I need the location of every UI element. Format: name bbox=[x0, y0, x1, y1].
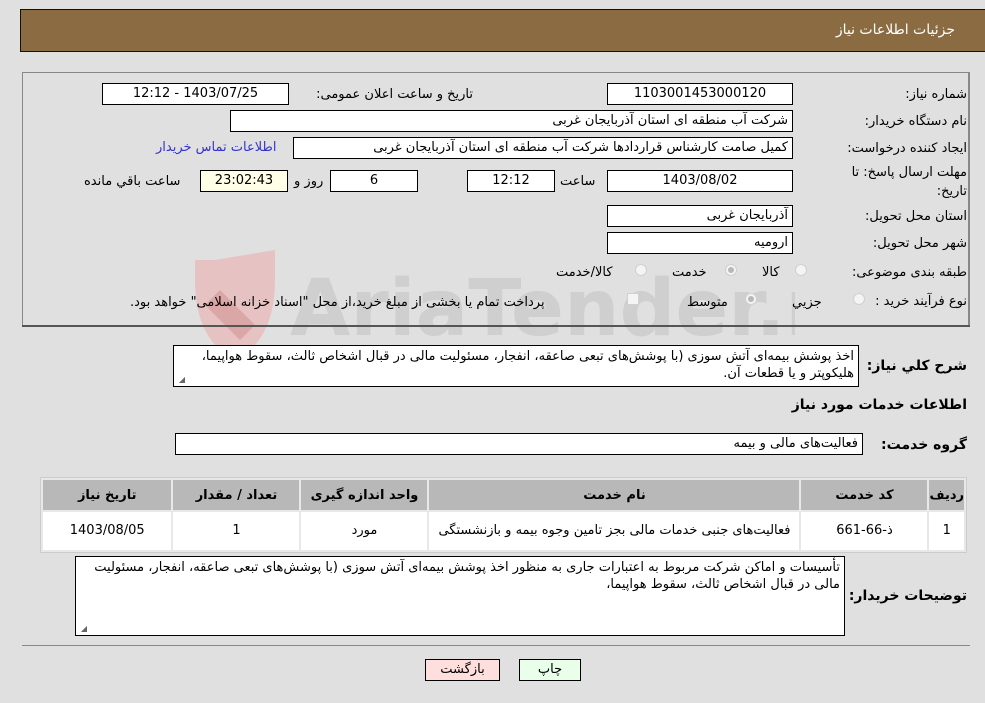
resize-handle-icon[interactable]: ◢ bbox=[177, 376, 185, 384]
services-table: ردیف کد خدمت نام خدمت واحد اندازه گیری ت… bbox=[40, 477, 967, 553]
treasury-checkbox[interactable] bbox=[627, 293, 639, 305]
city-label: شهر محل تحویل: bbox=[872, 236, 967, 251]
remaining-time-field: 23:02:43 bbox=[200, 170, 288, 192]
process-medium-radio[interactable] bbox=[745, 293, 757, 305]
deadline-date-field: 1403/08/02 bbox=[607, 170, 793, 192]
summary-text: اخذ پوشش بیمه‌ای آتش سوزی (با پوشش‌های ت… bbox=[201, 349, 854, 381]
need-number-label: شماره نیاز: bbox=[905, 87, 967, 102]
print-button[interactable]: چاپ bbox=[519, 659, 581, 681]
service-group-field: فعالیت‌های مالی و بیمه bbox=[175, 433, 863, 455]
buyer-notes-text: تأسیسات و اماکن شرکت مربوط به اعتبارات ج… bbox=[94, 560, 840, 592]
category-service-radio[interactable] bbox=[725, 264, 737, 276]
table-header-row: ردیف کد خدمت نام خدمت واحد اندازه گیری ت… bbox=[43, 480, 964, 510]
remaining-time-label: ساعت باقي مانده bbox=[84, 174, 181, 189]
back-button[interactable]: بازگشت bbox=[425, 659, 500, 681]
col-header-service-code: کد خدمت bbox=[801, 480, 928, 510]
col-header-need-date: تاریخ نیاز bbox=[43, 480, 172, 510]
days-label: روز و bbox=[294, 174, 324, 189]
cell-row-number: 1 bbox=[929, 512, 964, 550]
category-goods-service-label: کالا/خدمت bbox=[556, 265, 613, 280]
process-label: نوع فرآیند خرید : bbox=[875, 294, 967, 309]
buyer-notes-label: توضیحات خریدار: bbox=[848, 588, 967, 604]
need-number-field: 1103001453000120 bbox=[607, 83, 793, 105]
cell-service-name: فعالیت‌های جنبی خدمات مالی بجز تامین وجو… bbox=[429, 512, 800, 550]
process-medium-label: متوسط bbox=[687, 295, 728, 310]
col-header-quantity: تعداد / مقدار bbox=[173, 480, 300, 510]
services-section-title: اطلاعات خدمات مورد نیاز bbox=[791, 397, 967, 413]
deadline-time-field: 12:12 bbox=[467, 170, 555, 192]
page-title: جزئیات اطلاعات نیاز bbox=[835, 22, 955, 38]
cell-quantity: 1 bbox=[173, 512, 300, 550]
cell-service-code: ذ-66-661 bbox=[801, 512, 928, 550]
category-label: طبقه بندی موضوعی: bbox=[851, 265, 967, 280]
deadline-label: مهلت ارسال پاسخ: تا تاریخ: bbox=[851, 165, 967, 199]
announce-label: تاریخ و ساعت اعلان عمومی: bbox=[316, 87, 473, 102]
creator-label: ایجاد کننده درخواست: bbox=[847, 141, 967, 156]
category-goods-label: کالا bbox=[762, 265, 780, 280]
category-goods-service-radio[interactable] bbox=[635, 264, 647, 276]
cell-need-date: 1403/08/05 bbox=[43, 512, 172, 550]
category-service-label: خدمت bbox=[672, 265, 707, 280]
category-goods-radio[interactable] bbox=[795, 264, 807, 276]
resize-handle-icon[interactable]: ◢ bbox=[79, 625, 87, 633]
province-label: استان محل تحویل: bbox=[865, 209, 967, 224]
buyer-org-label: نام دستگاه خریدار: bbox=[864, 114, 967, 129]
creator-field: کمیل صامت کارشناس قراردادها شرکت آب منطق… bbox=[293, 137, 793, 159]
panel-divider bbox=[22, 325, 970, 327]
days-remaining-field: 6 bbox=[330, 170, 418, 192]
buyer-org-field: شرکت آب منطقه ای استان آذربایجان غربی bbox=[230, 110, 793, 132]
treasury-checkbox-label: پرداخت تمام یا بخشی از مبلغ خرید،از محل … bbox=[130, 295, 545, 310]
buyer-notes-textarea[interactable]: تأسیسات و اماکن شرکت مربوط به اعتبارات ج… bbox=[75, 556, 845, 636]
page-header: جزئیات اطلاعات نیاز bbox=[20, 9, 985, 52]
summary-textarea[interactable]: اخذ پوشش بیمه‌ای آتش سوزی (با پوشش‌های ت… bbox=[173, 345, 859, 387]
buyer-contact-link[interactable]: اطلاعات تماس خریدار bbox=[156, 140, 276, 155]
col-header-service-name: نام خدمت bbox=[429, 480, 800, 510]
col-header-unit: واحد اندازه گیری bbox=[301, 480, 428, 510]
process-minor-radio[interactable] bbox=[853, 293, 865, 305]
service-group-label: گروه خدمت: bbox=[881, 437, 967, 453]
table-row: 1 ذ-66-661 فعالیت‌های جنبی خدمات مالی بج… bbox=[43, 512, 964, 550]
province-field: آذربایجان غربی bbox=[607, 205, 793, 227]
summary-label: شرح كلي نياز: bbox=[866, 358, 967, 374]
process-minor-label: جزيي bbox=[792, 295, 822, 310]
deadline-time-label: ساعت bbox=[560, 174, 596, 189]
cell-unit: مورد bbox=[301, 512, 428, 550]
footer-divider bbox=[22, 645, 970, 646]
announce-field: 1403/07/25 - 12:12 bbox=[102, 83, 289, 105]
city-field: ارومیه bbox=[607, 232, 793, 254]
col-header-row-number: ردیف bbox=[929, 480, 964, 510]
